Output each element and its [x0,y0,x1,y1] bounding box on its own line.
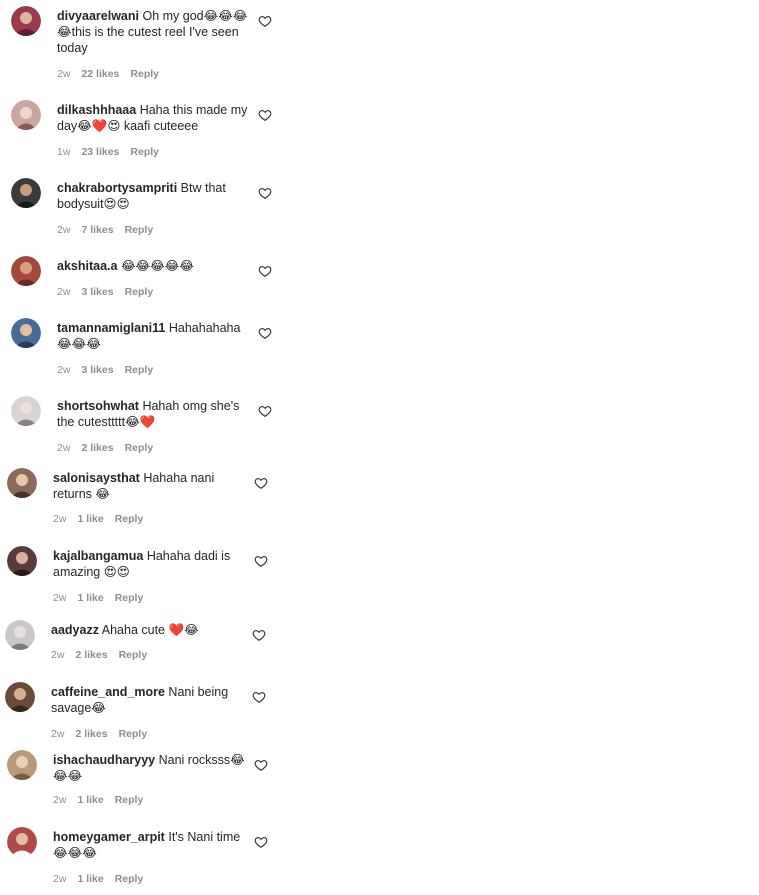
like-heart-icon[interactable] [254,835,268,849]
comment-time[interactable]: 2w [53,513,66,525]
comment-username[interactable]: divyaarelwani [57,9,139,23]
avatar[interactable] [11,6,41,36]
comment-time[interactable]: 2w [57,224,70,236]
comment-time[interactable]: 2w [53,794,66,806]
reply-button[interactable]: Reply [119,649,148,661]
comment-text: tamannamiglani11 Hahahahaha 😂😂😂 [57,320,249,352]
comment-meta: 2w 1 like Reply [53,794,154,806]
like-heart-icon[interactable] [252,628,266,642]
comment-username[interactable]: tamannamiglani11 [57,321,165,335]
comment-likes[interactable]: 23 likes [81,146,119,158]
reply-button[interactable]: Reply [119,728,148,740]
comment-time[interactable]: 2w [51,649,64,661]
like-heart-icon[interactable] [258,404,272,418]
comment-time[interactable]: 2w [57,364,70,376]
comment-body: 😂😂😂😂😂 [120,259,194,273]
comment-text: akshitaa.a 😂😂😂😂😂 [57,258,249,274]
avatar[interactable] [11,100,41,130]
avatar[interactable] [5,620,35,650]
comment-time[interactable]: 2w [53,592,66,604]
comment-meta: 2w 1 like Reply [53,513,154,525]
reply-button[interactable]: Reply [125,364,154,376]
comment-time[interactable]: 2w [51,728,64,740]
reply-button[interactable]: Reply [115,794,144,806]
comment-text: shortsohwhat Hahah omg she's the cutestt… [57,398,249,430]
comment-username[interactable]: homeygamer_arpit [53,830,165,844]
reply-button[interactable]: Reply [115,513,144,525]
avatar[interactable] [11,256,41,286]
comment-text: caffeine_and_more Nani being savage😂 [51,684,243,716]
comment-likes[interactable]: 7 likes [81,224,113,236]
comment-likes[interactable]: 3 likes [81,286,113,298]
like-heart-icon[interactable] [258,326,272,340]
comment-time[interactable]: 2w [57,68,70,80]
like-heart-icon[interactable] [254,476,268,490]
comment-meta: 2w 3 likes Reply [57,364,164,376]
comment-time[interactable]: 2w [57,442,70,454]
reply-button[interactable]: Reply [115,873,144,885]
comment-likes[interactable]: 1 like [77,592,103,604]
comment-meta: 2w 2 likes Reply [51,728,158,740]
reply-button[interactable]: Reply [125,224,154,236]
avatar[interactable] [11,178,41,208]
comment-username[interactable]: kajalbangamua [53,549,143,563]
comment-username[interactable]: chakrabortysampriti [57,181,177,195]
comments-list: divyaarelwani Oh my god😂😂😂😂this is the c… [0,0,759,895]
comment-meta: 2w 1 like Reply [53,592,154,604]
comment-time[interactable]: 2w [57,286,70,298]
comment-likes[interactable]: 1 like [77,794,103,806]
reply-button[interactable]: Reply [115,592,144,604]
comment-text: homeygamer_arpit It's Nani time 😂😂😂 [53,829,245,861]
comment-likes[interactable]: 2 likes [81,442,113,454]
comment-text: dilkashhhaaa Haha this made my day😂❤️😍 k… [57,102,249,134]
comment-meta: 2w 7 likes Reply [57,224,164,236]
avatar[interactable] [7,546,37,576]
like-heart-icon[interactable] [252,690,266,704]
comment-meta: 2w 2 likes Reply [51,649,158,661]
comment-likes[interactable]: 3 likes [81,364,113,376]
comment-text: chakrabortysampriti Btw that bodysuit😍😍 [57,180,249,212]
comment-body: Ahaha cute ❤️😂 [101,623,199,637]
avatar[interactable] [7,827,37,857]
comment-text: kajalbangamua Hahaha dadi is amazing 😍😍 [53,548,245,580]
comment-username[interactable]: caffeine_and_more [51,685,165,699]
comment-text: aadyazz Ahaha cute ❤️😂 [51,622,243,638]
avatar[interactable] [7,750,37,780]
comment-username[interactable]: shortsohwhat [57,399,139,413]
comment-meta: 2w 22 likes Reply [57,68,170,80]
like-heart-icon[interactable] [258,186,272,200]
comment-time[interactable]: 2w [53,873,66,885]
comment-meta: 1w 23 likes Reply [57,146,170,158]
avatar[interactable] [11,318,41,348]
comment-username[interactable]: salonisaysthat [53,471,140,485]
comment-meta: 2w 2 likes Reply [57,442,164,454]
comment-likes[interactable]: 2 likes [75,728,107,740]
like-heart-icon[interactable] [258,108,272,122]
comment-likes[interactable]: 1 like [77,873,103,885]
avatar[interactable] [11,396,41,426]
like-heart-icon[interactable] [254,554,268,568]
like-heart-icon[interactable] [258,14,272,28]
like-heart-icon[interactable] [258,264,272,278]
reply-button[interactable]: Reply [125,442,154,454]
like-heart-icon[interactable] [254,758,268,772]
comment-text: ishachaudharyyy Nani rocksss😂😂😂 [53,752,245,784]
avatar[interactable] [7,468,37,498]
comment-username[interactable]: dilkashhhaaa [57,103,136,117]
reply-button[interactable]: Reply [130,146,159,158]
comment-likes[interactable]: 22 likes [81,68,119,80]
comment-username[interactable]: ishachaudharyyy [53,753,155,767]
comment-text: divyaarelwani Oh my god😂😂😂😂this is the c… [57,8,249,56]
reply-button[interactable]: Reply [130,68,159,80]
comment-time[interactable]: 1w [57,146,70,158]
comment-likes[interactable]: 2 likes [75,649,107,661]
comment-meta: 2w 3 likes Reply [57,286,164,298]
comment-username[interactable]: aadyazz [51,623,99,637]
comment-likes[interactable]: 1 like [77,513,103,525]
comment-username[interactable]: akshitaa.a [57,259,117,273]
comment-meta: 2w 1 like Reply [53,873,154,885]
avatar[interactable] [5,682,35,712]
comment-text: salonisaysthat Hahaha nani returns 😂 [53,470,245,502]
reply-button[interactable]: Reply [125,286,154,298]
